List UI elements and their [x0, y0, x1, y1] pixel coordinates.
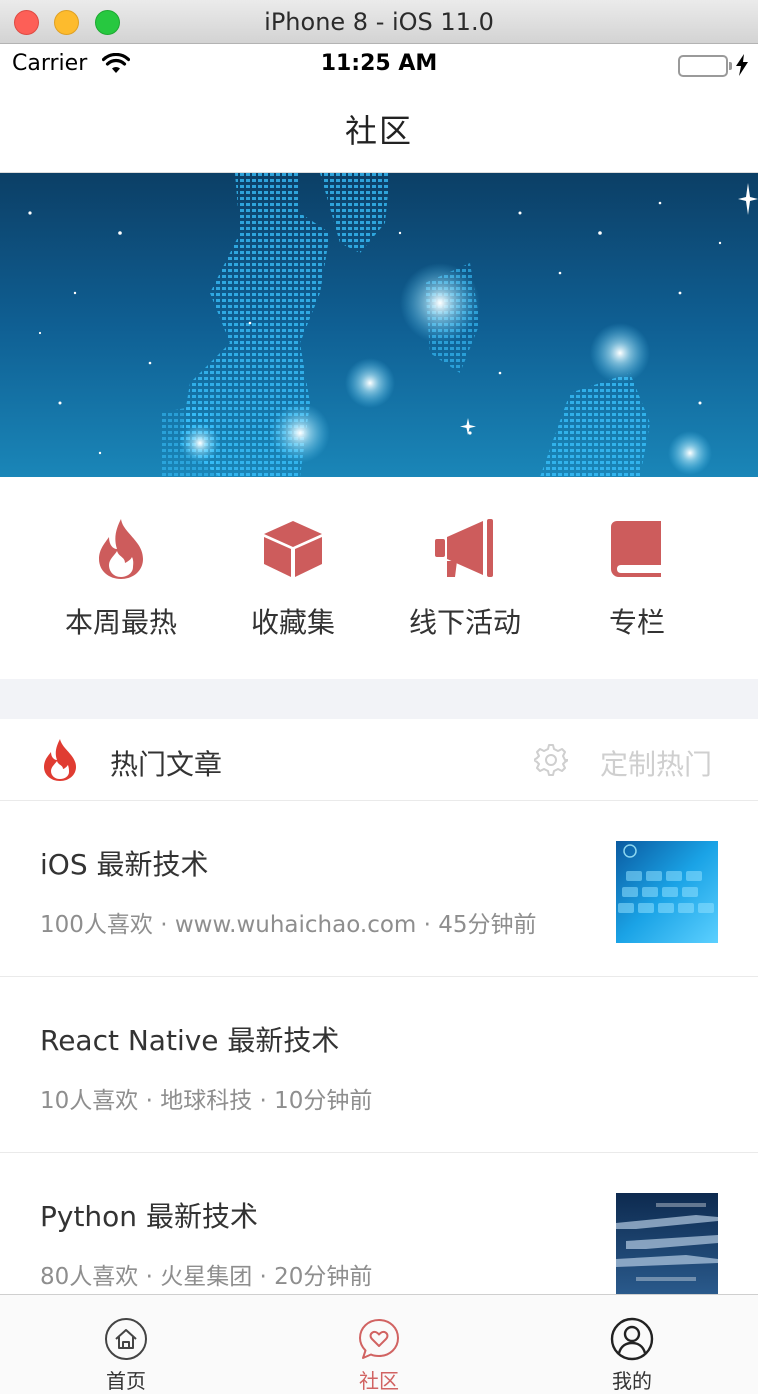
minimize-window-button[interactable]: [54, 10, 79, 35]
quick-entry-label: 专栏: [608, 606, 665, 639]
article-thumbnail: [616, 841, 718, 943]
section-title: 热门文章: [110, 748, 223, 781]
article-row[interactable]: React Native 最新技术 10人喜欢 · 地球科技 · 10分钟前: [0, 977, 758, 1153]
article-title: iOS 最新技术: [40, 848, 209, 881]
tab-label: 首页: [106, 1369, 146, 1393]
quick-entry-collections[interactable]: 收藏集: [208, 517, 378, 641]
window-title: iPhone 8 - iOS 11.0: [264, 7, 494, 36]
zoom-window-button[interactable]: [95, 10, 120, 35]
cube-icon: [261, 517, 325, 581]
tab-me[interactable]: 我的: [562, 1295, 702, 1394]
megaphone-icon: [433, 517, 497, 581]
tab-label: 社区: [359, 1369, 399, 1393]
tab-community[interactable]: 社区: [309, 1295, 449, 1394]
banner-image[interactable]: [0, 173, 758, 477]
article-meta: 100人喜欢 · www.wuhaichao.com · 45分钟前: [40, 912, 537, 938]
article-title: Python 最新技术: [40, 1200, 258, 1233]
article-thumbnail: [616, 1193, 718, 1295]
clock: 11:25 AM: [320, 51, 438, 76]
quick-entry-bar: 本周最热 收藏集 线下活动 专栏: [0, 477, 758, 679]
tab-bar: 首页 社区 我的: [0, 1294, 758, 1394]
hot-articles-header: 热门文章 定制热门: [0, 719, 758, 801]
gear-icon[interactable]: [533, 743, 569, 781]
battery-icon: [678, 55, 728, 77]
quick-entry-offline-events[interactable]: 线下活动: [380, 517, 550, 641]
flame-icon: [89, 517, 153, 581]
article-title: React Native 最新技术: [40, 1024, 340, 1057]
tab-label: 我的: [612, 1369, 652, 1393]
article-row[interactable]: iOS 最新技术 100人喜欢 · www.wuhaichao.com · 45…: [0, 801, 758, 977]
user-icon: [610, 1317, 654, 1361]
quick-entry-label: 线下活动: [408, 606, 521, 639]
navigation-bar: 社区: [0, 85, 758, 173]
article-meta: 10人喜欢 · 地球科技 · 10分钟前: [40, 1088, 373, 1114]
page-title: 社区: [344, 111, 413, 150]
quick-entry-label: 本周最热: [64, 606, 177, 639]
quick-entry-label: 收藏集: [250, 606, 335, 639]
customize-hot-button[interactable]: 定制热门: [600, 743, 712, 783]
quick-entry-columns[interactable]: 专栏: [552, 517, 722, 641]
book-icon: [605, 517, 669, 581]
chat-heart-icon: [359, 1319, 399, 1359]
charging-bolt-icon: [736, 54, 748, 82]
section-divider: [0, 679, 758, 719]
tab-home[interactable]: 首页: [56, 1295, 196, 1394]
hot-flame-icon: [40, 739, 80, 785]
battery-cap: [729, 62, 732, 70]
quick-entry-weekly-hot[interactable]: 本周最热: [36, 517, 206, 641]
close-window-button[interactable]: [14, 10, 39, 35]
home-icon: [105, 1318, 147, 1360]
simulator-titlebar: iPhone 8 - iOS 11.0: [0, 0, 758, 44]
article-meta: 80人喜欢 · 火星集团 · 20分钟前: [40, 1264, 373, 1290]
status-bar: Carrier 11:25 AM: [0, 45, 758, 85]
